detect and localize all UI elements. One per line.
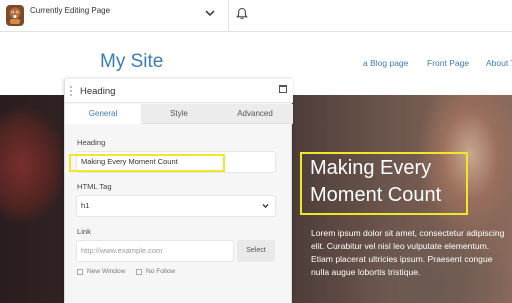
toolbar-divider [228, 0, 229, 32]
html-tag-select[interactable]: h1 [77, 196, 275, 216]
beaver-logo-icon[interactable] [5, 4, 25, 27]
currently-editing-label[interactable]: Currently Editing Page [30, 6, 110, 15]
nav-link-about[interactable]: About T [486, 58, 512, 68]
html-tag-label: HTML Tag [77, 182, 112, 191]
nav-link-front-page[interactable]: Front Page [427, 58, 469, 68]
new-window-label: New Window [87, 268, 126, 275]
panel-header[interactable]: Heading [65, 79, 293, 103]
heading-field-label: Heading [77, 138, 106, 147]
link-select-button[interactable]: Select [237, 240, 275, 262]
chevron-down-icon[interactable] [205, 9, 215, 17]
link-url-input[interactable]: http://www.example.com [77, 241, 233, 261]
panel-title: Heading [80, 86, 116, 97]
tab-advanced[interactable]: Advanced [217, 104, 293, 124]
hero-heading[interactable]: Making Every Moment Count [310, 155, 470, 209]
panel-tabs: General Style Advanced [65, 104, 293, 124]
bell-icon[interactable] [236, 7, 248, 20]
no-follow-checkbox[interactable] [136, 269, 142, 275]
no-follow-label: No Follow [146, 268, 176, 275]
heading-settings-panel: Heading General Style Advanced Heading M… [64, 79, 293, 303]
nav-link-blog[interactable]: a Blog page [363, 58, 408, 68]
chevron-down-icon [262, 204, 269, 209]
hero-body-text[interactable]: Lorem ipsum dolor sit amet, consectetur … [311, 227, 506, 279]
builder-toolbar: Currently Editing Page [0, 0, 512, 32]
html-tag-value: h1 [81, 201, 90, 210]
tab-general[interactable]: General [65, 104, 141, 124]
drag-handle-icon[interactable] [69, 85, 73, 97]
maximize-icon[interactable] [279, 85, 287, 93]
heading-input-highlight [69, 154, 225, 172]
tab-style[interactable]: Style [141, 104, 217, 124]
site-title[interactable]: My Site [100, 51, 163, 73]
new-window-checkbox[interactable] [77, 269, 83, 275]
link-label: Link [77, 227, 91, 236]
